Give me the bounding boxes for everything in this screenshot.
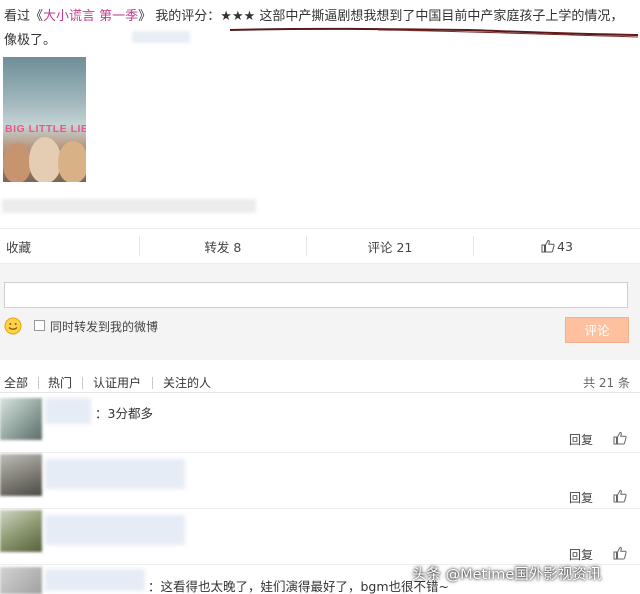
post-prefix: 看过《: [4, 9, 44, 24]
submit-comment-button[interactable]: 评论: [565, 317, 629, 343]
commenter-avatar[interactable]: [0, 510, 42, 552]
commenter-avatar[interactable]: [0, 567, 42, 594]
reply-button[interactable]: 回复: [569, 489, 593, 506]
comment-input[interactable]: [4, 282, 628, 308]
comment-text: ：3分都多: [95, 406, 153, 421]
tab-following[interactable]: 关注的人: [163, 374, 211, 391]
comment-row: 回复: [0, 509, 640, 564]
comment-filter-bar: 全部 热门 认证用户 关注的人 共 21 条: [0, 374, 640, 392]
watermark-prefix: 头条: [412, 567, 441, 583]
poster-face-right: [58, 141, 86, 182]
favorite-button[interactable]: 收藏: [0, 237, 139, 256]
commenter-name-blurred[interactable]: [45, 398, 91, 424]
thumbs-up-icon[interactable]: [613, 431, 627, 445]
comment-row: ：3分都多 回复: [0, 396, 640, 452]
commenter-name-blurred[interactable]: [45, 569, 145, 591]
commenter-name-blurred[interactable]: [45, 459, 185, 489]
commenter-avatar[interactable]: [0, 398, 42, 440]
watermark-handle: @Metime国外影视资讯: [445, 567, 602, 583]
repost-checkbox[interactable]: [34, 320, 45, 331]
blurred-source-line: [2, 199, 256, 213]
repost-checkbox-label: 同时转发到我的微博: [50, 320, 159, 334]
hand-drawn-underline: [229, 27, 639, 38]
comment-composer: 同时转发到我的微博 评论: [0, 264, 640, 360]
tab-divider: [38, 377, 39, 389]
comment-button[interactable]: 评论 21: [307, 237, 473, 256]
poster-face-left: [3, 143, 31, 182]
poster-face-center: [29, 137, 61, 182]
comment-text: ：这看得也太晚了，娃们演得最好了，bgm也很不错~: [148, 579, 450, 594]
thumbs-up-icon: [541, 239, 555, 252]
thumbs-up-icon[interactable]: [613, 489, 627, 503]
blurred-mention: [132, 31, 190, 43]
action-bar: 收藏 转发 8 评论 21 43: [0, 228, 640, 264]
tab-hot[interactable]: 热门: [48, 374, 72, 391]
reply-button[interactable]: 回复: [569, 546, 593, 563]
emoji-smile-icon[interactable]: [4, 317, 22, 335]
poster-title: BIG LITTLE LIES: [5, 123, 86, 135]
comment-total-count: 共 21 条: [583, 376, 630, 390]
commenter-avatar[interactable]: [0, 454, 42, 496]
tab-divider: [152, 377, 153, 389]
like-count: 43: [557, 238, 573, 254]
reply-button[interactable]: 回复: [569, 431, 593, 448]
tab-verified[interactable]: 认证用户: [93, 374, 141, 391]
filter-divider-line: [0, 392, 640, 393]
tab-divider: [82, 377, 83, 389]
thumbs-up-icon[interactable]: [613, 546, 627, 560]
commenter-name-blurred[interactable]: [45, 515, 185, 545]
post-rating-label: 》 我的评分：: [138, 9, 221, 24]
tab-all[interactable]: 全部: [4, 374, 28, 391]
comment-row: 回复: [0, 453, 640, 508]
rating-stars: ★★★: [220, 9, 256, 24]
watermark: 头条 @Metime国外影视资讯: [412, 563, 601, 584]
show-title-link[interactable]: 大小谎言 第一季: [43, 9, 138, 24]
movie-poster-image[interactable]: BIG LITTLE LIES: [3, 57, 86, 182]
like-button[interactable]: 43: [474, 239, 640, 254]
repost-button[interactable]: 转发 8: [140, 237, 306, 256]
